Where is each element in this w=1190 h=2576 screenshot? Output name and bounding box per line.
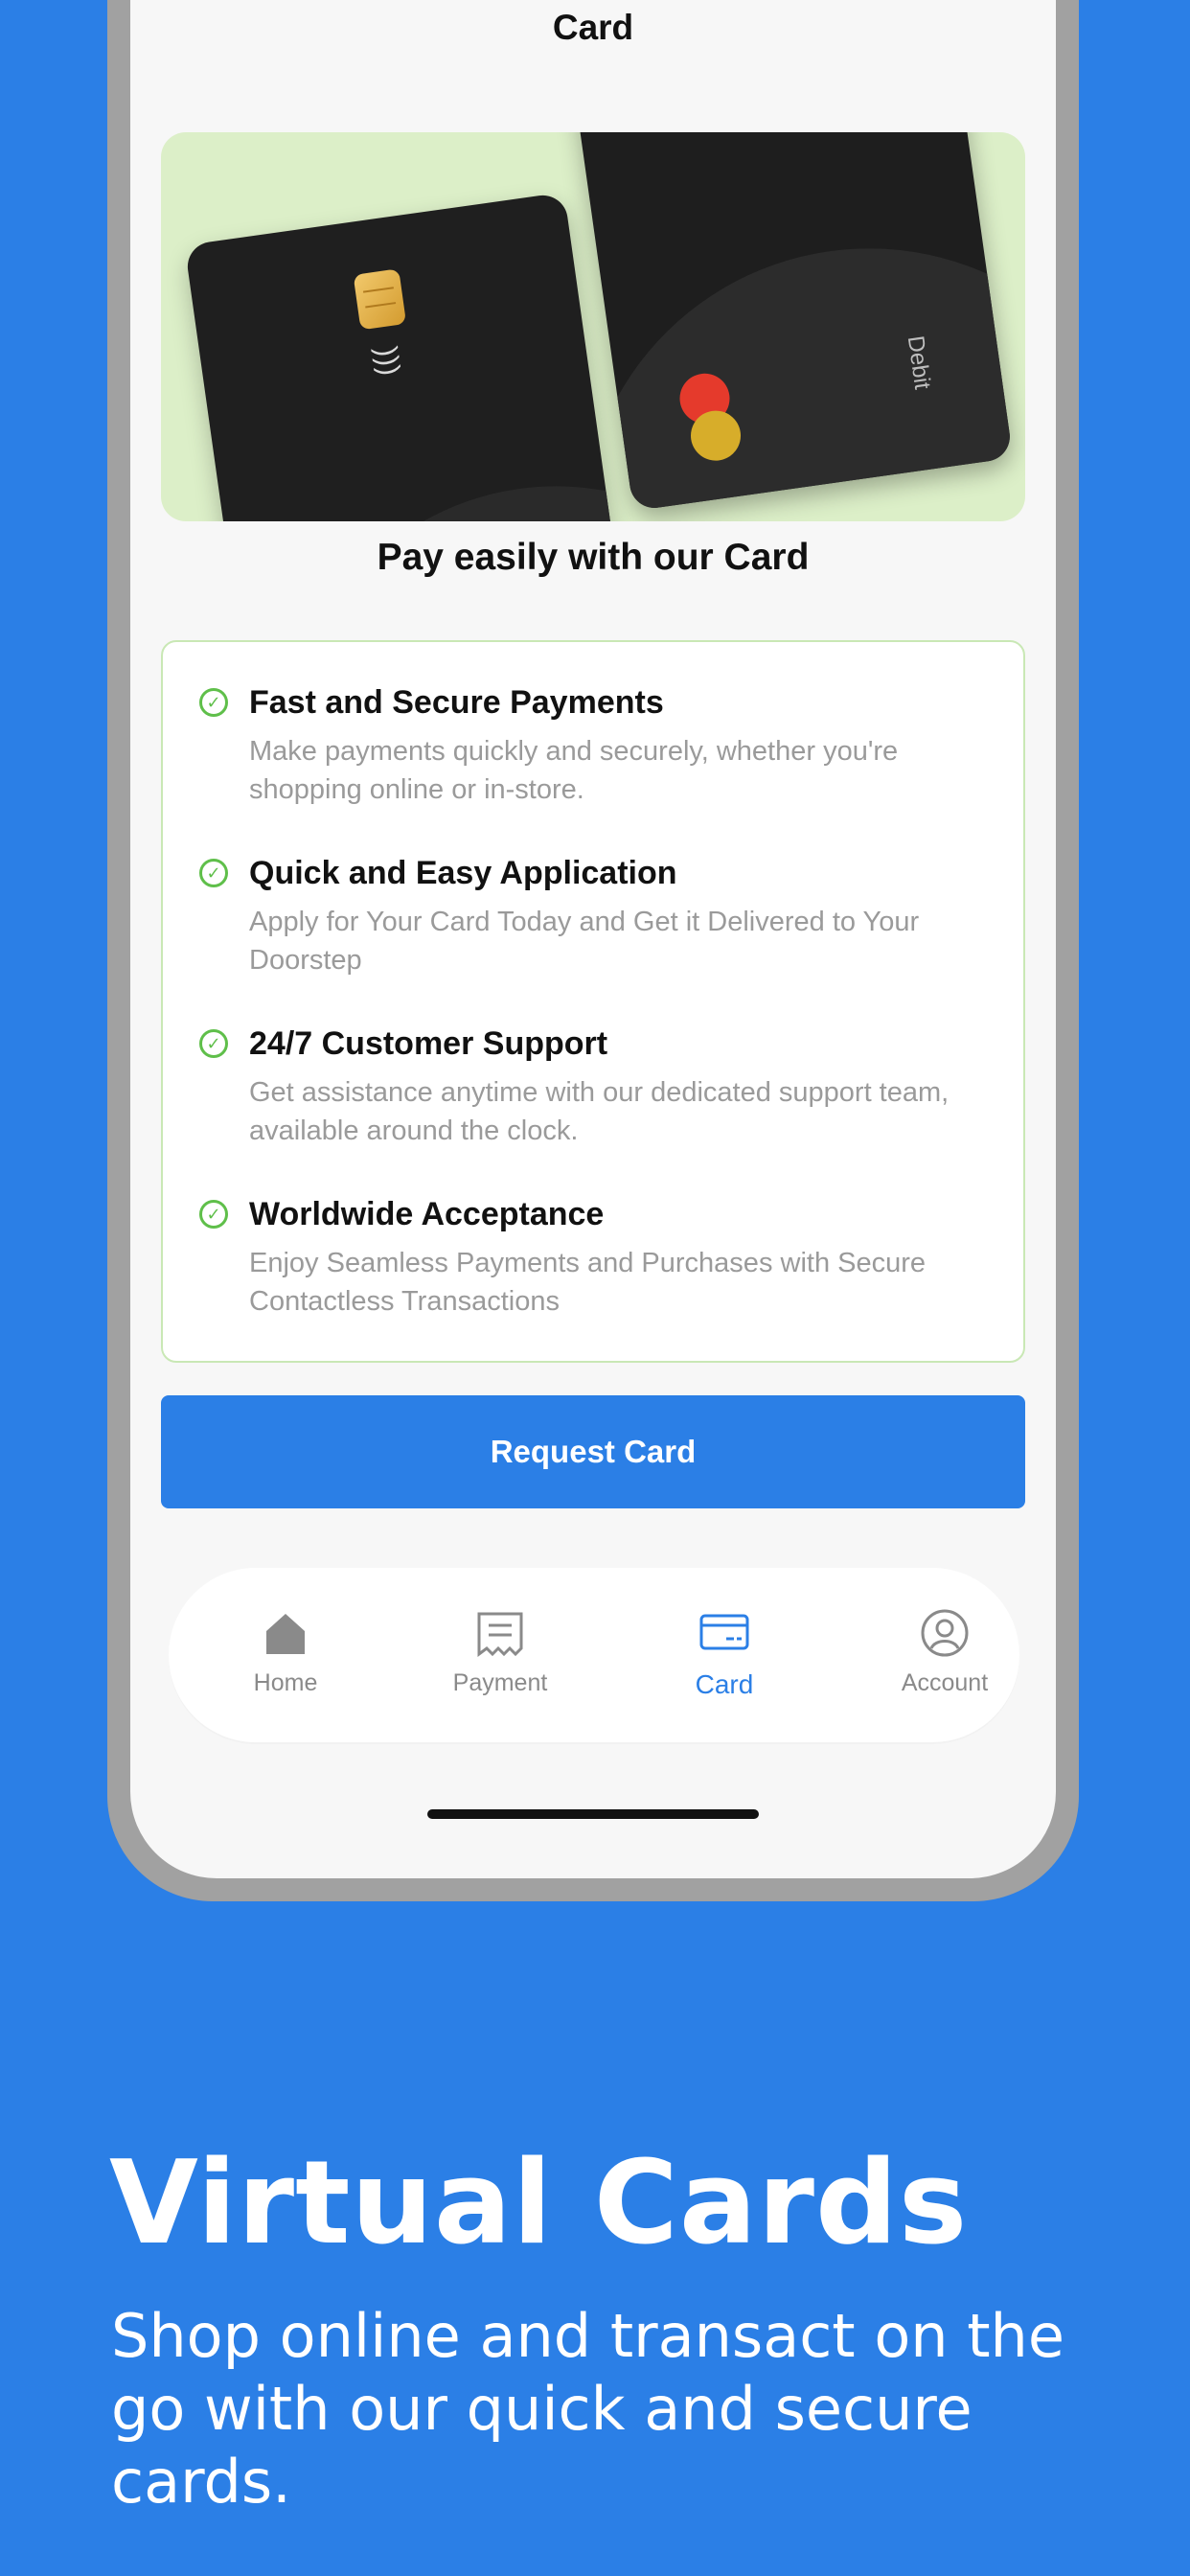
check-circle-icon: ✓ (199, 1200, 228, 1229)
features-list: ✓ Fast and Secure Payments Make payments… (161, 640, 1025, 1363)
tab-label: Payment (452, 1669, 548, 1696)
home-indicator (427, 1809, 759, 1819)
physical-card-front: ))) (184, 192, 629, 521)
card-hero-banner: ))) Debit (161, 132, 1025, 521)
feature-title: 24/7 Customer Support (249, 1025, 608, 1062)
feature-description: Enjoy Seamless Payments and Purchases wi… (249, 1248, 927, 1317)
feature-description: Make payments quickly and securely, whet… (249, 736, 899, 805)
tab-card[interactable]: Card (629, 1606, 820, 1712)
home-icon (259, 1606, 312, 1660)
tab-payment[interactable]: Payment (404, 1606, 596, 1712)
marketing-tagline: Shop online and transact on the go with … (111, 2301, 1064, 2517)
feature-title: Quick and Easy Application (249, 855, 677, 891)
tab-label: Home (253, 1669, 318, 1696)
feature-description: Apply for Your Card Today and Get it Del… (249, 907, 920, 976)
feature-description: Get assistance anytime with our dedicate… (249, 1077, 950, 1146)
section-heading: Pay easily with our Card (377, 537, 810, 578)
check-circle-icon: ✓ (199, 688, 228, 717)
page-title: Card (552, 8, 634, 47)
card-icon (698, 1606, 751, 1660)
debit-card-image: Debit (563, 132, 1014, 512)
marketing-headline: Virtual Cards (109, 2137, 969, 2270)
app-screen: Card ))) Debit Pay easily with our Card … (130, 0, 1056, 1878)
feature-title: Fast and Secure Payments (249, 684, 664, 721)
account-icon (918, 1606, 972, 1660)
bottom-tab-bar: Home Payment Card Account (169, 1568, 1019, 1742)
tab-home[interactable]: Home (190, 1606, 381, 1712)
tab-label: Account (901, 1669, 989, 1696)
check-circle-icon: ✓ (199, 859, 228, 887)
feature-title: Worldwide Acceptance (249, 1196, 605, 1232)
receipt-icon (473, 1606, 527, 1660)
chip-icon (353, 268, 407, 331)
tab-account[interactable]: Account (849, 1606, 1041, 1712)
check-circle-icon: ✓ (199, 1029, 228, 1058)
contactless-icon: ))) (370, 344, 406, 378)
tab-label: Card (695, 1669, 754, 1699)
request-card-button[interactable]: Request Card (161, 1395, 1025, 1508)
